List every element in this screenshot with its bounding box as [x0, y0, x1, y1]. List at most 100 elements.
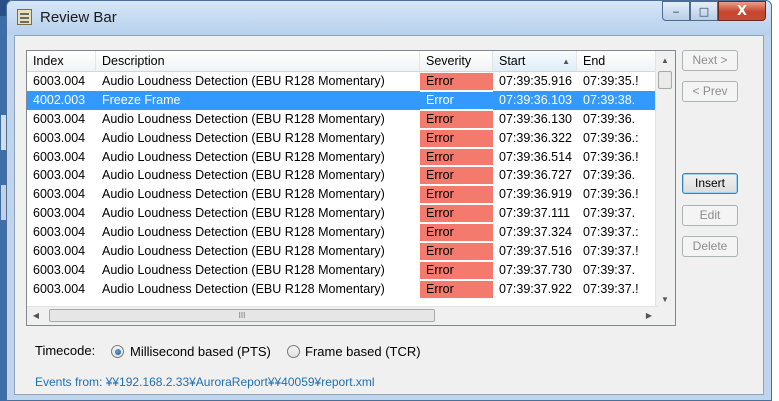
cell-start: 07:39:36.919 [499, 187, 572, 202]
table-row[interactable]: 6003.004 Audio Loudness Detection (EBU R1… [27, 185, 657, 204]
table-row[interactable]: 6003.004 Audio Loudness Detection (EBU R1… [27, 110, 657, 129]
cell-end: 07:39:36. [583, 111, 636, 126]
cell-description: Audio Loudness Detection (EBU R128 Momen… [102, 74, 385, 88]
horizontal-scroll-thumb[interactable]: III [49, 309, 435, 322]
cell-end: 07:39:37. [583, 262, 636, 277]
events-list[interactable]: Index Description Severity Start ▲ End 6… [26, 50, 676, 326]
cell-end: 07:39:37.! [583, 244, 639, 259]
cell-severity: Error [420, 261, 493, 279]
maximize-button[interactable]: □ [690, 1, 718, 21]
table-row[interactable]: 6003.004 Audio Loudness Detection (EBU R1… [27, 242, 657, 261]
column-header-start-label: Start [499, 54, 526, 68]
cell-severity: Error [420, 91, 493, 109]
column-header-severity[interactable]: Severity [420, 51, 493, 71]
column-header-start[interactable]: Start ▲ [493, 51, 577, 71]
frame-radio-label[interactable]: Frame based (TCR) [305, 344, 421, 359]
cell-severity: Error [420, 73, 493, 90]
cell-end: 07:39:36.! [583, 149, 639, 164]
cell-end: 07:39:37. [583, 206, 636, 221]
millisecond-radio-label[interactable]: Millisecond based (PTS) [130, 344, 271, 359]
cell-index: 6003.004 [33, 149, 86, 164]
table-row[interactable]: 6003.004 Audio Loudness Detection (EBU R1… [27, 261, 657, 280]
cell-start: 07:39:37.922 [499, 281, 572, 296]
table-row[interactable]: 6003.004 Audio Loudness Detection (EBU R1… [27, 223, 657, 242]
cell-description: Audio Loudness Detection (EBU R128 Momen… [102, 281, 385, 296]
window-title: Review Bar [40, 9, 117, 26]
vertical-scrollbar[interactable]: ▲ ▼ [655, 51, 675, 308]
minimize-button[interactable]: ‒ [662, 1, 690, 21]
cell-index: 6003.004 [33, 111, 86, 126]
cell-description: Audio Loudness Detection (EBU R128 Momen… [102, 206, 385, 221]
cell-start: 07:39:37.111 [499, 206, 571, 221]
cell-start: 07:39:36.130 [499, 111, 572, 126]
title-bar[interactable]: Review Bar ‒ □ X [7, 1, 771, 35]
events-from-label: Events from: [35, 375, 103, 389]
table-row[interactable]: 4002.003 Freeze Frame Error 07:39:36.103 07:… [27, 90, 657, 110]
delete-button[interactable]: Delete [682, 236, 738, 257]
scrollbar-corner [656, 307, 675, 325]
cell-start: 07:39:37.730 [499, 262, 572, 277]
cell-severity: Error [420, 224, 493, 242]
cell-severity: Error [420, 110, 493, 128]
table-row[interactable]: 6003.004 Audio Loudness Detection (EBU R1… [27, 148, 657, 167]
cell-index: 6003.004 [33, 74, 86, 88]
insert-button[interactable]: Insert [682, 173, 738, 194]
cell-index: 6003.004 [33, 244, 86, 259]
cell-end: 07:39:36.: [583, 130, 639, 145]
cell-description: Audio Loudness Detection (EBU R128 Momen… [102, 225, 385, 240]
cell-start: 07:39:35.916 [499, 74, 572, 88]
cell-end: 07:39:35.! [583, 74, 639, 88]
events-path: ¥¥192.168.2.33¥AuroraReport¥¥40059¥repor… [105, 375, 375, 389]
cell-end: 07:39:36. [583, 168, 636, 183]
edit-button[interactable]: Edit [682, 205, 738, 226]
events-source: Events from: ¥¥192.168.2.33¥AuroraReport… [35, 375, 375, 389]
cell-start: 07:39:36.103 [493, 90, 577, 110]
list-header: Index Description Severity Start ▲ End [27, 51, 657, 72]
table-row[interactable]: 6003.004 Audio Loudness Detection (EBU R1… [27, 72, 657, 91]
cell-description: Audio Loudness Detection (EBU R128 Momen… [102, 149, 385, 164]
cell-description: Audio Loudness Detection (EBU R128 Momen… [102, 262, 385, 277]
column-header-index[interactable]: Index [27, 51, 96, 71]
scroll-left-arrow-icon[interactable]: ◀ [27, 307, 45, 324]
cell-start: 07:39:36.322 [499, 130, 572, 145]
prev-button[interactable]: < Prev [682, 81, 738, 102]
column-header-end[interactable]: End [577, 51, 657, 71]
frame-radio[interactable] [287, 345, 300, 358]
scroll-down-arrow-icon[interactable]: ▼ [656, 290, 674, 308]
cell-severity: Error [420, 280, 493, 298]
cell-description: Audio Loudness Detection (EBU R128 Momen… [102, 130, 385, 145]
millisecond-radio[interactable] [111, 345, 124, 358]
cell-index: 6003.004 [33, 225, 86, 240]
table-row[interactable]: 6003.004 Audio Loudness Detection (EBU R1… [27, 129, 657, 148]
cell-start: 07:39:37.516 [499, 244, 572, 259]
cell-end: 07:39:38. [577, 90, 657, 110]
scroll-up-arrow-icon[interactable]: ▲ [656, 51, 674, 69]
cell-severity: Error [420, 129, 493, 147]
cell-start: 07:39:37.324 [499, 225, 572, 240]
cell-index: 6003.004 [33, 262, 86, 277]
sort-ascending-icon: ▲ [562, 57, 570, 66]
cell-start: 07:39:36.514 [499, 149, 572, 164]
table-row[interactable]: 6003.004 Audio Loudness Detection (EBU R1… [27, 166, 657, 185]
cell-severity: Error [420, 243, 493, 260]
cell-severity: Error [420, 148, 493, 166]
cell-description: Audio Loudness Detection (EBU R128 Momen… [102, 244, 385, 259]
app-icon [17, 9, 32, 25]
cell-index: 6003.004 [33, 130, 86, 145]
cell-severity: Error [420, 167, 493, 185]
vertical-scroll-thumb[interactable] [658, 71, 672, 89]
column-header-description[interactable]: Description [96, 51, 420, 71]
cell-index: 6003.004 [33, 168, 86, 183]
cell-description: Audio Loudness Detection (EBU R128 Momen… [102, 168, 385, 183]
close-button[interactable]: X [718, 1, 766, 21]
cell-end: 07:39:36.! [583, 187, 639, 202]
cell-description: Audio Loudness Detection (EBU R128 Momen… [102, 187, 385, 202]
cell-index: 6003.004 [33, 281, 86, 296]
next-button[interactable]: Next > [682, 50, 738, 71]
timecode-label: Timecode: [35, 343, 96, 358]
horizontal-scrollbar[interactable]: ◀ III ▶ [27, 306, 658, 325]
list-rows: 6003.004 Audio Loudness Detection (EBU R1… [27, 72, 657, 299]
cell-end: 07:39:37.: [583, 225, 639, 240]
table-row[interactable]: 6003.004 Audio Loudness Detection (EBU R1… [27, 204, 657, 223]
table-row[interactable]: 6003.004 Audio Loudness Detection (EBU R1… [27, 280, 657, 299]
